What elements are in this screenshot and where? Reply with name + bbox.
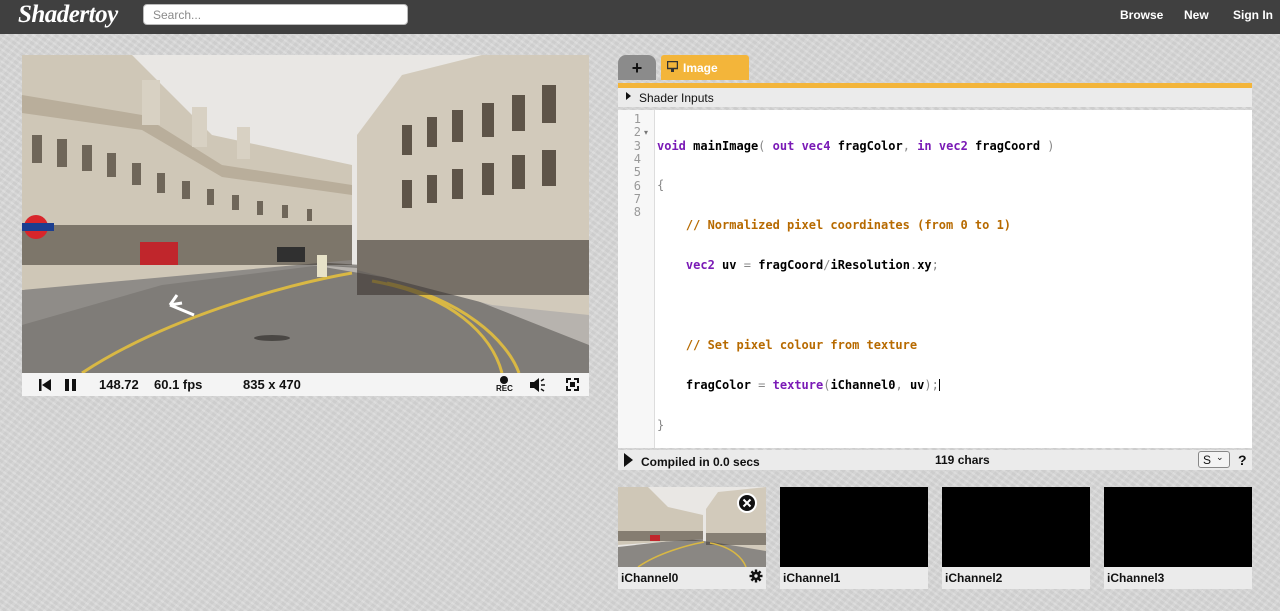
code-editor[interactable]: 1 2 ▾ 3 4 5 6 7 8 void mainImage( out ve… [618,110,1252,448]
channel-label-bar: iChannel1 [780,567,928,589]
resolution-display: 835 x 470 [243,377,301,392]
help-button[interactable]: ? [1238,452,1247,468]
tab-image[interactable]: Image [661,55,749,80]
time-display: 148.72 [99,377,139,392]
code-lines[interactable]: void mainImage( out vec4 fragColor, in v… [657,113,1055,459]
shader-output-image [22,55,589,373]
channel-label-bar: iChannel0 [618,567,766,589]
fold-arrow-icon[interactable]: ▾ [644,128,648,137]
channel-texture[interactable] [942,487,1090,567]
code-line: fragColor = texture(iChannel0, uv); [685,377,940,392]
monitor-icon [666,60,679,75]
pause-icon[interactable] [65,373,76,396]
nav-browse[interactable]: Browse [1120,8,1163,22]
editor-status-bar: Compiled in 0.0 secs 119 chars S ⌄ ? [618,450,1252,470]
code-line: // Set pixel colour from texture [685,338,918,353]
channel-texture[interactable] [618,487,766,567]
line-number: 7 [633,191,641,206]
editor-tabs: + Image [618,55,1252,88]
plus-icon: + [631,57,643,78]
font-size-select[interactable]: S ⌄ [1198,451,1230,468]
rec-label: REC [496,384,513,393]
line-number: 1 [633,112,641,126]
char-count: 119 chars [935,453,990,467]
rewind-icon[interactable] [39,373,51,396]
channel-slot-2[interactable]: iChannel2 [942,487,1090,589]
close-icon[interactable] [737,493,757,513]
channel-slot-3[interactable]: iChannel3 [1104,487,1252,589]
nav-sign-in[interactable]: Sign In [1233,8,1273,22]
channel-label: iChannel3 [1107,571,1165,585]
fullscreen-icon[interactable] [566,373,579,396]
compile-status: Compiled in 0.0 secs [641,455,760,469]
record-icon [500,376,509,384]
top-bar: Shadertoy Browse New Sign In [0,0,1280,34]
player-controls: 148.72 60.1 fps 835 x 470 REC [22,373,589,396]
gear-icon[interactable] [749,569,763,586]
channel-slot-0[interactable]: iChannel0 [618,487,766,589]
channel-texture[interactable] [780,487,928,567]
text-cursor [938,379,940,392]
channel-slot-1[interactable]: iChannel1 [780,487,928,589]
compile-button[interactable] [624,453,633,467]
record-button[interactable]: REC [496,373,513,396]
code-line: // Normalized pixel coordinates (from 0 … [685,218,1012,233]
nav-new[interactable]: New [1184,8,1209,22]
search-input[interactable] [143,4,408,25]
channel-label: iChannel2 [945,571,1003,585]
line-number: 3 [633,138,641,153]
code-line: vec2 uv = fragCoord/iResolution.xy; [685,258,939,273]
line-number: 2 [633,125,641,140]
line-gutter: 1 2 ▾ 3 4 5 6 7 8 [618,110,655,448]
line-number: 6 [633,178,641,193]
code-line: } [657,417,665,432]
line-number: 8 [633,205,641,220]
channel-label: iChannel1 [783,571,841,585]
add-tab-button[interactable]: + [618,55,656,80]
line-number: 5 [633,165,641,180]
channel-texture[interactable] [1104,487,1252,567]
line-number: 4 [633,151,641,166]
shader-viewport[interactable] [22,55,589,373]
shader-inputs-label: Shader Inputs [639,91,714,105]
fps-display: 60.1 fps [154,377,203,392]
channel-label-bar: iChannel3 [1104,567,1252,589]
code-line: void mainImage( out vec4 fragColor, in v… [657,138,1055,153]
tab-image-label: Image [683,61,718,75]
channel-label-bar: iChannel2 [942,567,1090,589]
volume-icon[interactable] [530,373,546,396]
font-size-value: S [1203,453,1212,467]
shader-inputs-toggle[interactable]: Shader Inputs [618,88,1252,107]
logo[interactable]: Shadertoy [18,1,118,29]
channel-label: iChannel0 [621,571,679,585]
chevron-down-icon: ⌄ [1216,452,1224,462]
code-line: { [657,178,665,193]
expand-arrow-icon [626,92,631,100]
